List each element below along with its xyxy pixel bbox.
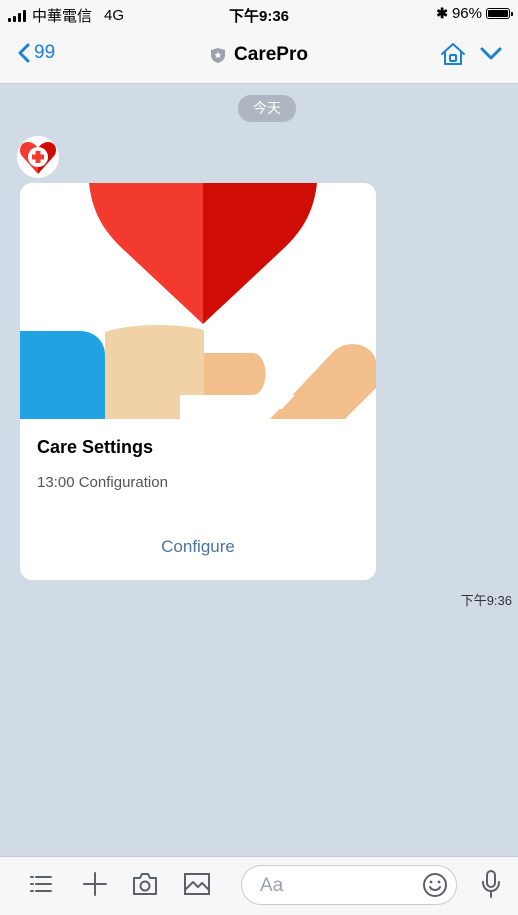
nav-actions (440, 42, 502, 66)
composer-bar (0, 856, 518, 915)
nav-bar: 99 CarePro (0, 28, 518, 84)
battery-icon (486, 8, 513, 19)
message-input-box[interactable] (241, 865, 457, 905)
card-title: Care Settings (37, 437, 154, 457)
emoji-icon[interactable] (422, 872, 448, 898)
status-bar: 中華電信 4G 下午9:36 ✱ 96% (0, 0, 518, 28)
status-right: ✱ 96% (436, 5, 513, 22)
image-icon[interactable] (183, 871, 211, 897)
heart-cross-icon (20, 142, 56, 174)
date-chip: 今天 (238, 95, 296, 122)
chat-title-text: CarePro (234, 44, 308, 65)
message-timestamp: 下午9:36 (460, 593, 512, 608)
home-icon[interactable] (440, 42, 466, 66)
shield-icon (211, 47, 226, 63)
message-input[interactable] (258, 872, 412, 900)
plus-icon[interactable] (82, 871, 108, 897)
bluetooth-icon: ✱ (436, 5, 448, 21)
heart-hand-illustration (20, 183, 376, 419)
card-subtitle: 13:00 Configuration (37, 474, 168, 491)
avatar[interactable] (17, 136, 59, 178)
camera-icon[interactable] (131, 871, 159, 897)
menu-icon[interactable] (28, 871, 54, 897)
configure-button[interactable]: Configure (20, 537, 376, 557)
microphone-icon[interactable] (479, 869, 503, 899)
battery-percent: 96% (451, 5, 482, 22)
chevron-down-icon[interactable] (480, 47, 502, 61)
care-settings-card[interactable]: Care Settings 13:00 Configuration Config… (20, 183, 376, 580)
